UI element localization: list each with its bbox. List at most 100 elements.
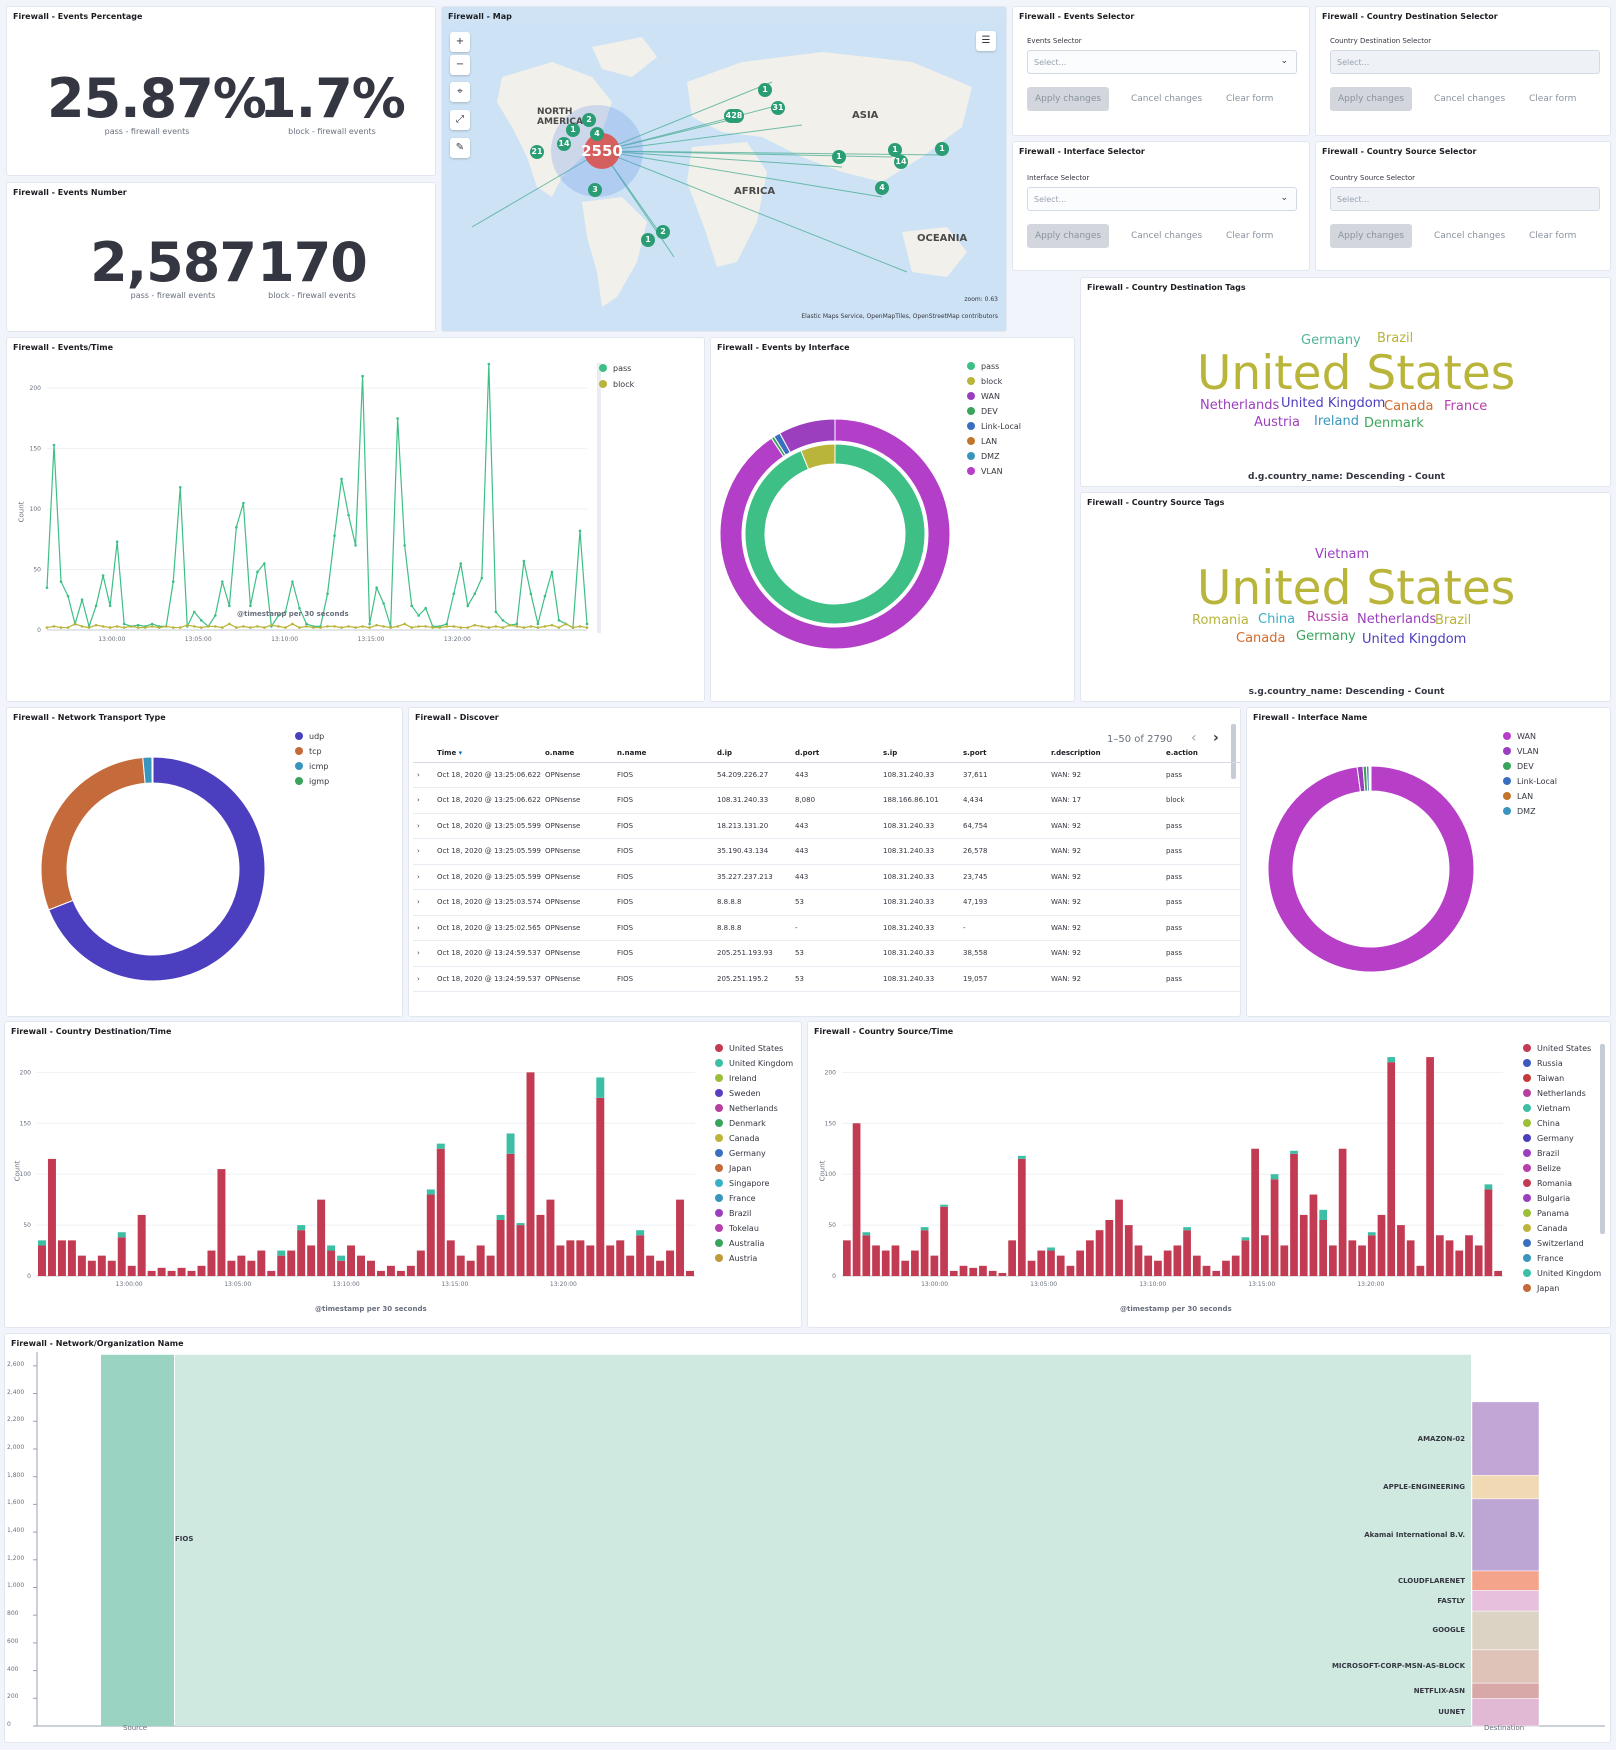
zoom-in-button[interactable]: + bbox=[450, 32, 470, 52]
map-cluster-main[interactable]: 2550 bbox=[580, 142, 624, 160]
bar[interactable] bbox=[646, 1255, 655, 1276]
tag-cloud-item[interactable]: United Kingdom bbox=[1362, 632, 1466, 647]
tag-cloud-item[interactable]: United Kingdom bbox=[1281, 396, 1385, 411]
data-point[interactable] bbox=[242, 501, 245, 505]
events-select[interactable]: Select... ⌄ bbox=[1027, 50, 1297, 74]
bar[interactable] bbox=[436, 1148, 445, 1276]
legend-item[interactable]: Russia bbox=[1523, 1059, 1563, 1068]
data-point[interactable] bbox=[424, 625, 428, 628]
data-point[interactable] bbox=[522, 626, 526, 629]
bar[interactable] bbox=[227, 1260, 236, 1276]
bar-segment[interactable] bbox=[516, 1223, 525, 1226]
data-point[interactable] bbox=[480, 625, 484, 628]
destination-node[interactable] bbox=[1471, 1698, 1540, 1727]
legend-item[interactable]: Brazil bbox=[1523, 1149, 1559, 1158]
events-time-chart[interactable]: 0 50 100 150 200 13:00:00 13:05:00 13:10:00 13:1… bbox=[7, 338, 705, 702]
legend-item[interactable]: WAN bbox=[967, 392, 1000, 401]
expand-row-icon[interactable]: › bbox=[413, 864, 433, 890]
data-point[interactable] bbox=[291, 580, 294, 583]
bar-segment[interactable] bbox=[1484, 1184, 1493, 1190]
legend-item[interactable]: Switzerland bbox=[1523, 1239, 1584, 1248]
bar[interactable] bbox=[920, 1230, 929, 1276]
bar-segment[interactable] bbox=[506, 1133, 515, 1154]
expand-row-icon[interactable]: › bbox=[413, 813, 433, 839]
data-point[interactable] bbox=[340, 477, 343, 481]
data-point[interactable] bbox=[578, 625, 582, 628]
bar[interactable] bbox=[1086, 1240, 1094, 1276]
map-panel[interactable]: Firewall - Map 2 1 14 21 3 1 2 428 31 1 … bbox=[441, 6, 1007, 332]
bar[interactable] bbox=[1144, 1255, 1153, 1276]
data-point[interactable] bbox=[45, 626, 49, 629]
bar-segment[interactable] bbox=[1367, 1232, 1376, 1236]
tag-cloud-item[interactable]: Brazil bbox=[1435, 613, 1471, 628]
legend-item-block[interactable]: block bbox=[599, 380, 634, 389]
table-row[interactable]: › Oct 18, 2020 @ 13:24:59.537 OPNsense FIOS… bbox=[413, 940, 1240, 967]
data-point[interactable] bbox=[101, 574, 105, 577]
bar[interactable] bbox=[566, 1240, 575, 1276]
data-point[interactable] bbox=[66, 626, 70, 629]
sort-down-icon[interactable]: ▾ bbox=[459, 749, 463, 757]
legend-item[interactable]: VLAN bbox=[1503, 747, 1539, 756]
legend-item[interactable]: Link-Local bbox=[1503, 777, 1557, 786]
bar[interactable] bbox=[367, 1260, 375, 1276]
data-point[interactable] bbox=[403, 544, 406, 547]
country-destination-time-chart[interactable]: 05010015020013:00:00 13:05:00 13:10:00 13:1… bbox=[5, 1022, 802, 1328]
legend-item[interactable]: WAN bbox=[1503, 732, 1536, 741]
bar[interactable] bbox=[676, 1199, 685, 1276]
data-point[interactable] bbox=[508, 623, 512, 627]
bar[interactable] bbox=[656, 1260, 665, 1276]
data-point[interactable] bbox=[249, 604, 252, 608]
interface-select[interactable]: Select... ⌄ bbox=[1027, 187, 1297, 211]
data-point[interactable] bbox=[403, 622, 406, 626]
legend-item[interactable]: Belize bbox=[1523, 1164, 1561, 1173]
data-point[interactable] bbox=[284, 626, 287, 629]
column-header[interactable]: d.ip bbox=[712, 744, 791, 763]
data-point[interactable] bbox=[157, 626, 161, 629]
bar-segment[interactable] bbox=[920, 1227, 929, 1231]
bar[interactable] bbox=[1319, 1220, 1328, 1276]
bar[interactable] bbox=[1212, 1270, 1221, 1276]
bar[interactable] bbox=[67, 1240, 76, 1276]
legend-item[interactable]: Brazil bbox=[715, 1209, 751, 1218]
legend-item-pass[interactable]: pass bbox=[599, 364, 631, 373]
data-point[interactable] bbox=[263, 626, 266, 629]
expand-row-icon[interactable]: › bbox=[413, 915, 433, 941]
column-header[interactable]: n.name bbox=[612, 744, 713, 763]
legend-item[interactable]: Bulgaria bbox=[1523, 1194, 1570, 1203]
bar[interactable] bbox=[147, 1270, 156, 1276]
bar[interactable] bbox=[1037, 1250, 1046, 1276]
bar-segment[interactable] bbox=[636, 1230, 645, 1236]
bar[interactable] bbox=[1115, 1199, 1123, 1276]
bar[interactable] bbox=[237, 1255, 246, 1276]
bar[interactable] bbox=[1251, 1148, 1259, 1276]
bar[interactable] bbox=[247, 1260, 256, 1276]
data-point[interactable] bbox=[550, 623, 554, 627]
table-row[interactable]: › Oct 18, 2020 @ 13:25:02.565 OPNsense FIOS… bbox=[413, 915, 1240, 941]
bar[interactable] bbox=[586, 1245, 595, 1276]
data-point[interactable] bbox=[277, 625, 280, 628]
bar[interactable] bbox=[257, 1250, 266, 1276]
data-point[interactable] bbox=[536, 622, 540, 626]
tag-cloud-item[interactable]: United States bbox=[1197, 561, 1515, 616]
bar[interactable] bbox=[626, 1255, 635, 1276]
legend-item[interactable]: United Kingdom bbox=[1523, 1269, 1601, 1278]
map-cluster-marker[interactable]: 21 bbox=[530, 145, 544, 159]
data-point[interactable] bbox=[115, 540, 119, 544]
column-header-time[interactable]: Time ▾ bbox=[433, 744, 541, 763]
legend-item[interactable]: Taiwan bbox=[1523, 1074, 1564, 1083]
bar-segment[interactable] bbox=[1387, 1057, 1396, 1063]
bar[interactable] bbox=[1387, 1062, 1396, 1276]
country-destination-select[interactable]: Select... bbox=[1330, 50, 1600, 74]
legend-item[interactable]: block bbox=[967, 377, 1002, 386]
bar-segment[interactable] bbox=[1319, 1209, 1328, 1220]
bar[interactable] bbox=[476, 1245, 485, 1276]
map-cluster-marker[interactable]: 4 bbox=[590, 127, 604, 141]
bar-segment[interactable] bbox=[1290, 1150, 1298, 1154]
data-point[interactable] bbox=[52, 443, 56, 447]
data-point[interactable] bbox=[417, 625, 420, 628]
data-point[interactable] bbox=[347, 625, 350, 628]
bar[interactable] bbox=[267, 1270, 276, 1276]
data-point[interactable] bbox=[445, 625, 449, 628]
data-point[interactable] bbox=[424, 606, 428, 610]
bar[interactable] bbox=[862, 1235, 871, 1276]
